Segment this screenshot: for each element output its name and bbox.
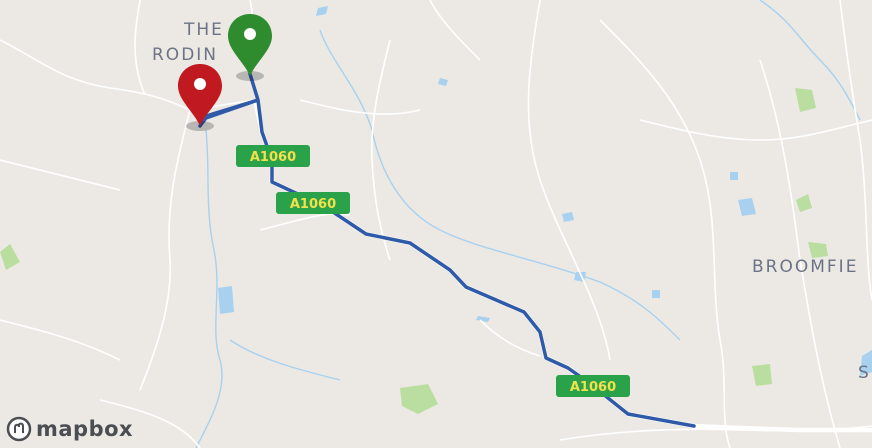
water-bodies bbox=[218, 6, 872, 376]
map-pin-icon bbox=[178, 64, 222, 126]
mapbox-logo-icon bbox=[6, 416, 32, 442]
road-shield-label: A1060 bbox=[570, 380, 616, 395]
mapbox-attribution[interactable]: mapbox bbox=[6, 416, 133, 442]
end-marker[interactable] bbox=[178, 64, 222, 131]
place-label-s: S bbox=[858, 363, 871, 383]
road-shield-3: A1060 bbox=[556, 375, 630, 397]
route-line bbox=[198, 72, 696, 428]
road-shield-1: A1060 bbox=[236, 145, 310, 167]
map-base-layer: A1060 A1060 A1060 THE RODIN BROOMFIE S bbox=[0, 0, 872, 448]
map-pin-icon bbox=[228, 14, 272, 76]
road-shield-2: A1060 bbox=[276, 192, 350, 214]
place-label-the: THE bbox=[183, 20, 224, 40]
mapbox-logo-text: mapbox bbox=[36, 417, 134, 441]
minor-roads bbox=[0, 0, 872, 448]
road-shield-label: A1060 bbox=[290, 197, 336, 212]
place-label-broomfield: BROOMFIE bbox=[752, 257, 858, 277]
start-marker[interactable] bbox=[228, 14, 272, 81]
place-label-rodings: RODIN bbox=[152, 45, 218, 65]
road-shield-label: A1060 bbox=[250, 150, 296, 165]
map-canvas[interactable]: A1060 A1060 A1060 THE RODIN BROOMFIE S m… bbox=[0, 0, 872, 448]
green-areas bbox=[0, 88, 828, 414]
